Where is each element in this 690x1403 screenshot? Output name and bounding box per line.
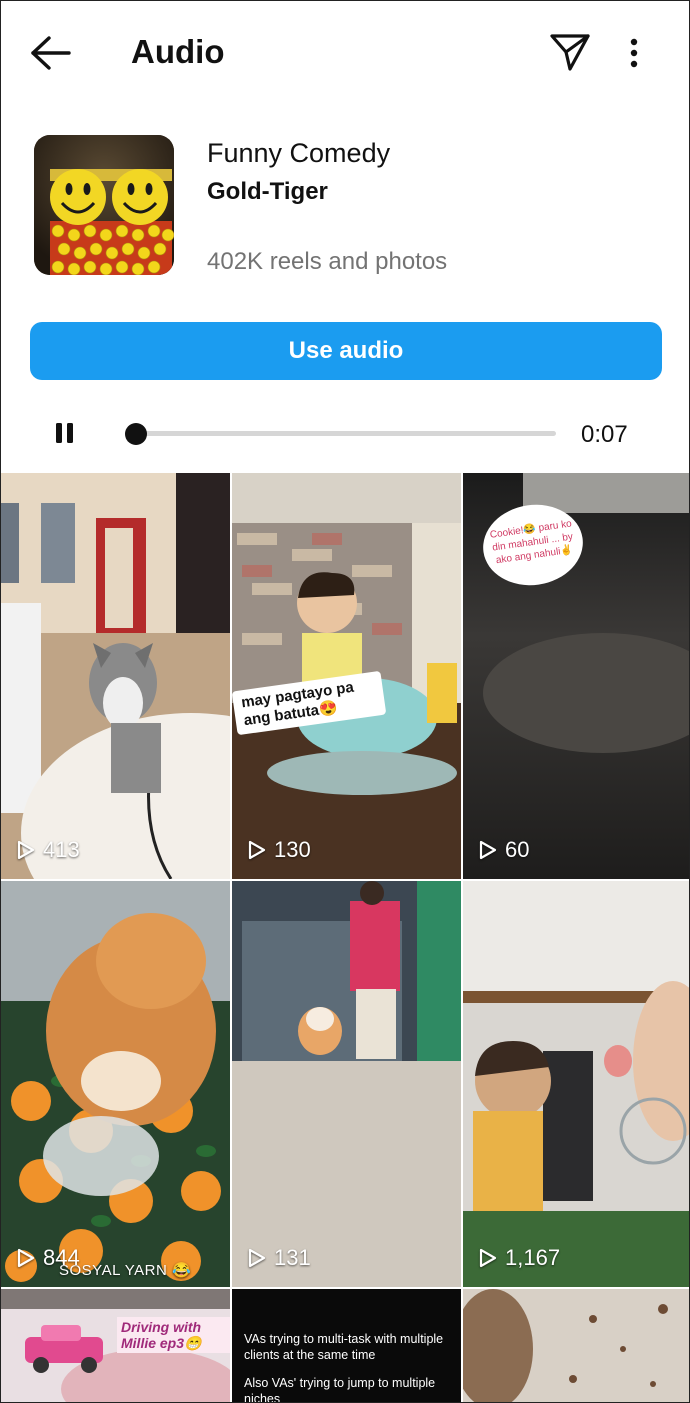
view-count: 130 bbox=[248, 837, 311, 863]
header: Audio bbox=[1, 1, 689, 105]
reel-tile[interactable]: may pagtayo pa ang batuta😍 130 bbox=[232, 473, 461, 879]
page-title: Audio bbox=[131, 33, 225, 70]
view-count-label: 844 bbox=[43, 1245, 80, 1270]
view-count-label: 1,167 bbox=[505, 1245, 561, 1270]
reel-count: 402K reels and photos bbox=[207, 248, 448, 275]
reel-tile[interactable] bbox=[463, 1289, 689, 1402]
more-options-button[interactable] bbox=[617, 31, 651, 75]
paper-plane-icon bbox=[550, 34, 590, 71]
pause-button[interactable] bbox=[47, 415, 83, 451]
reel-tile[interactable]: 1,167 bbox=[463, 881, 689, 1287]
reel-tile[interactable]: 413 bbox=[1, 473, 230, 879]
view-count-label: 413 bbox=[43, 837, 80, 862]
audio-cover-image[interactable] bbox=[34, 135, 174, 275]
audio-title: Funny Comedy bbox=[207, 138, 391, 168]
artist-name[interactable]: Gold-Tiger bbox=[207, 177, 328, 207]
pause-icon bbox=[56, 423, 73, 443]
play-outline-icon bbox=[17, 840, 35, 860]
reel-tile[interactable]: VAs trying to multi-task with multiple c… bbox=[232, 1289, 461, 1403]
caption-line: Also VAs' trying to jump to multiple nic… bbox=[244, 1376, 436, 1403]
reels-grid: 413 may pagtayo pa ang batuta😍 130 Cooki… bbox=[1, 473, 689, 1403]
arrow-left-icon bbox=[31, 36, 71, 70]
back-button[interactable] bbox=[27, 31, 75, 75]
view-count: 1,167 bbox=[479, 1245, 560, 1271]
view-count: 844 bbox=[17, 1245, 80, 1271]
progress-knob[interactable] bbox=[125, 423, 147, 445]
view-count-label: 130 bbox=[274, 837, 311, 862]
vertical-dots-icon bbox=[630, 38, 638, 68]
play-outline-icon bbox=[17, 1248, 35, 1268]
play-outline-icon bbox=[248, 1248, 266, 1268]
reel-caption: VAs trying to multi-task with multiple c… bbox=[244, 1331, 451, 1403]
view-count-label: 131 bbox=[274, 1245, 311, 1270]
reel-tile[interactable]: SOSYAL YARN 😂 844 bbox=[1, 881, 230, 1287]
playback-time: 0:07 bbox=[581, 421, 628, 448]
reel-tile[interactable]: Driving with Millie ep3😁 bbox=[1, 1289, 230, 1402]
audio-page: Audio Funny Comedy Gold-Tiger 402K reels… bbox=[0, 0, 690, 1403]
view-count: 131 bbox=[248, 1245, 311, 1271]
view-count: 413 bbox=[17, 837, 80, 863]
reel-tile[interactable]: 131 bbox=[232, 881, 461, 1287]
reel-tile[interactable]: Cookie!😂 paru ko din mahahuli ... by ako… bbox=[463, 473, 689, 879]
view-count: 60 bbox=[479, 837, 529, 863]
play-outline-icon bbox=[479, 1248, 497, 1268]
share-button[interactable] bbox=[547, 29, 593, 75]
reel-caption: Driving with Millie ep3😁 bbox=[117, 1317, 230, 1353]
use-audio-button[interactable]: Use audio bbox=[30, 322, 662, 380]
play-outline-icon bbox=[479, 840, 497, 860]
view-count-label: 60 bbox=[505, 837, 530, 862]
caption-line: VAs trying to multi-task with multiple c… bbox=[244, 1332, 444, 1362]
progress-track[interactable] bbox=[135, 431, 556, 436]
play-outline-icon bbox=[248, 840, 266, 860]
